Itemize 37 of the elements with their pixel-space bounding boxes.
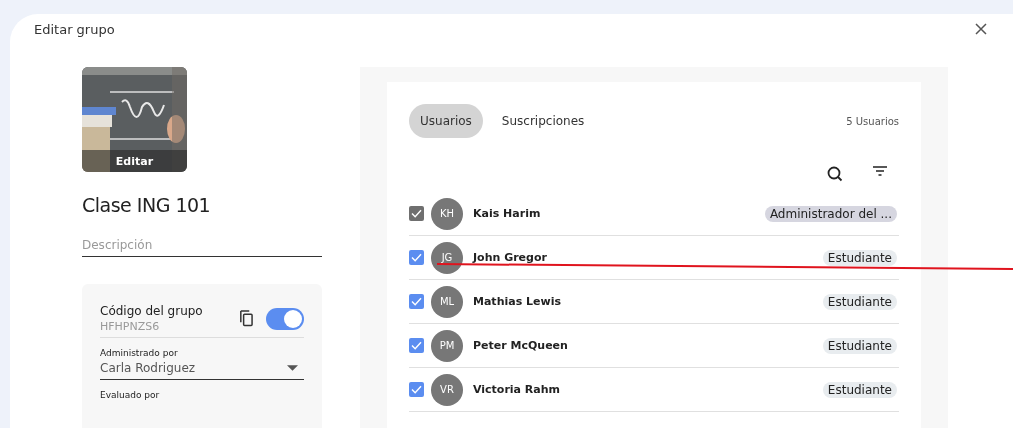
user-name: Kais Harim [473, 207, 542, 220]
edit-image-label[interactable]: Editar [82, 150, 187, 172]
administered-by-label: Administrado por [100, 348, 179, 358]
user-name: John Gregor [473, 251, 548, 264]
checkbox[interactable] [409, 338, 424, 353]
avatar: JG [431, 241, 463, 274]
avatar: ML [431, 285, 463, 318]
checkbox[interactable] [409, 250, 424, 265]
caret-icon [287, 365, 298, 371]
checkbox[interactable] [409, 382, 424, 397]
role-tag: Estudiante [822, 293, 897, 310]
search-icon[interactable] [827, 166, 843, 182]
role-tag: Administrador del ... [764, 205, 897, 222]
dialog-title: Editar grupo [34, 21, 115, 37]
group-code-label: Código del grupo [100, 304, 204, 318]
user-name: Victoria Rahm [473, 383, 562, 396]
group-name: Clase ING 101 [82, 194, 212, 216]
group-code-value: HFHPNZS6 [100, 320, 161, 333]
role-tag: Estudiante [822, 249, 897, 266]
toggle-switch[interactable] [266, 307, 304, 330]
user-count: 5 Usuarios [846, 115, 899, 127]
evaluated-by-label: Evaluado por [100, 390, 161, 400]
filter-icon[interactable] [873, 166, 887, 176]
role-tag: Estudiante [822, 381, 897, 398]
administrator-dropdown[interactable]: Carla Rodriguez [100, 358, 304, 380]
user-name: Mathias Lewis [473, 295, 562, 308]
checkbox[interactable] [409, 294, 424, 309]
user-name: Peter McQueen [473, 339, 569, 352]
tab[interactable]: Suscripciones [490, 104, 596, 138]
avatar: PM [431, 329, 463, 362]
close-icon[interactable] [975, 23, 987, 35]
copy-icon[interactable] [238, 310, 253, 327]
avatar: VR [431, 373, 463, 406]
tab[interactable]: Usuarios [409, 104, 483, 138]
avatar: KH [431, 197, 463, 230]
description-field[interactable]: Descripción [82, 238, 322, 257]
role-tag: Estudiante [822, 337, 897, 354]
